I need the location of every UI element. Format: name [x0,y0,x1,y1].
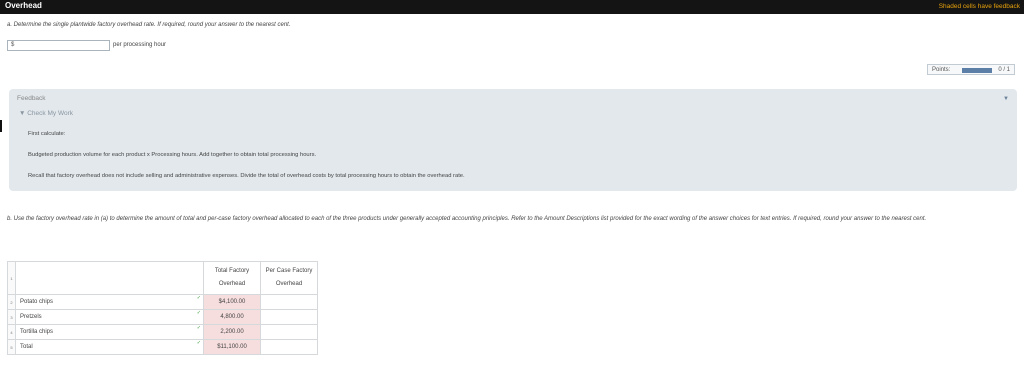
left-edge-marker [0,120,2,132]
feedback-heading: Feedback [17,95,46,102]
check-icon: ✓ [196,340,201,346]
row-label-text: Total [20,344,33,350]
row-number: 3 [7,309,16,325]
header-total-line1: Total Factory [214,268,250,274]
row-number: 5 [7,339,16,355]
row-number: 4 [7,324,16,340]
total-overhead-tortilla-chips[interactable]: 2,200.00 [203,324,261,340]
row-label-pretzels[interactable]: Pretzels ✓ [15,309,204,325]
table-row: 4 Tortilla chips ✓ 2,200.00 [7,324,318,340]
per-case-pretzels[interactable] [260,309,318,325]
overhead-rate-input[interactable]: $ [7,40,110,51]
table-header-row: 1 Total Factory Overhead Per Case Factor… [7,261,318,295]
row-label-potato-chips[interactable]: Potato chips ✓ [15,294,204,310]
shaded-cells-note: Shaded cells have feedback [938,3,1020,10]
feedback-line-1: First calculate: [28,131,66,137]
header-percase-line2: Overhead [275,281,303,287]
header-per-case-overhead: Per Case Factory Overhead [260,261,318,295]
page-title: Overhead [5,1,42,10]
header-total-line2: Overhead [218,281,246,287]
total-overhead-potato-chips[interactable]: $4,100.00 [203,294,261,310]
row-number: 1 [7,261,16,295]
table-row: 5 Total ✓ $11,100.00 [7,339,318,355]
unit-label: per processing hour [113,42,167,48]
check-icon: ✓ [196,310,201,316]
top-bar: Overhead Shaded cells have feedback [0,0,1024,14]
row-label-text: Tortilla chips [20,329,54,335]
table-row: 3 Pretzels ✓ 4,800.00 [7,309,318,325]
feedback-line-2: Budgeted production volume for each prod… [28,152,317,158]
feedback-line-3: Recall that factory overhead does not in… [28,173,465,179]
per-case-potato-chips[interactable] [260,294,318,310]
points-value: 0 / 1 [998,67,1010,73]
row-label-total[interactable]: Total ✓ [15,339,204,355]
row-label-text: Potato chips [20,299,54,305]
check-icon: ✓ [196,325,201,331]
feedback-collapse-icon[interactable]: ▼ [1003,96,1009,102]
question-b-prompt: b. Use the factory overhead rate in (a) … [7,216,927,222]
check-my-work-toggle[interactable]: ▼ Check My Work [19,110,73,117]
total-overhead-pretzels[interactable]: 4,800.00 [203,309,261,325]
table-row: 2 Potato chips ✓ $4,100.00 [7,294,318,310]
check-icon: ✓ [196,295,201,301]
header-percase-line1: Per Case Factory [265,268,313,274]
row-number: 2 [7,294,16,310]
row-label-text: Pretzels [20,314,42,320]
points-label: Points: [932,67,951,73]
question-a-prompt: a. Determine the single plantwide factor… [7,22,291,28]
per-case-total[interactable] [260,339,318,355]
row-label-tortilla-chips[interactable]: Tortilla chips ✓ [15,324,204,340]
header-label-cell [15,261,204,295]
overhead-allocation-table: 1 Total Factory Overhead Per Case Factor… [7,261,318,355]
points-widget: Points: 0 / 1 [927,64,1015,75]
feedback-panel: Feedback ▼ ▼ Check My Work First calcula… [9,89,1017,191]
points-progress-bar [962,68,992,73]
header-total-overhead: Total Factory Overhead [203,261,261,295]
per-case-tortilla-chips[interactable] [260,324,318,340]
total-overhead-total[interactable]: $11,100.00 [203,339,261,355]
